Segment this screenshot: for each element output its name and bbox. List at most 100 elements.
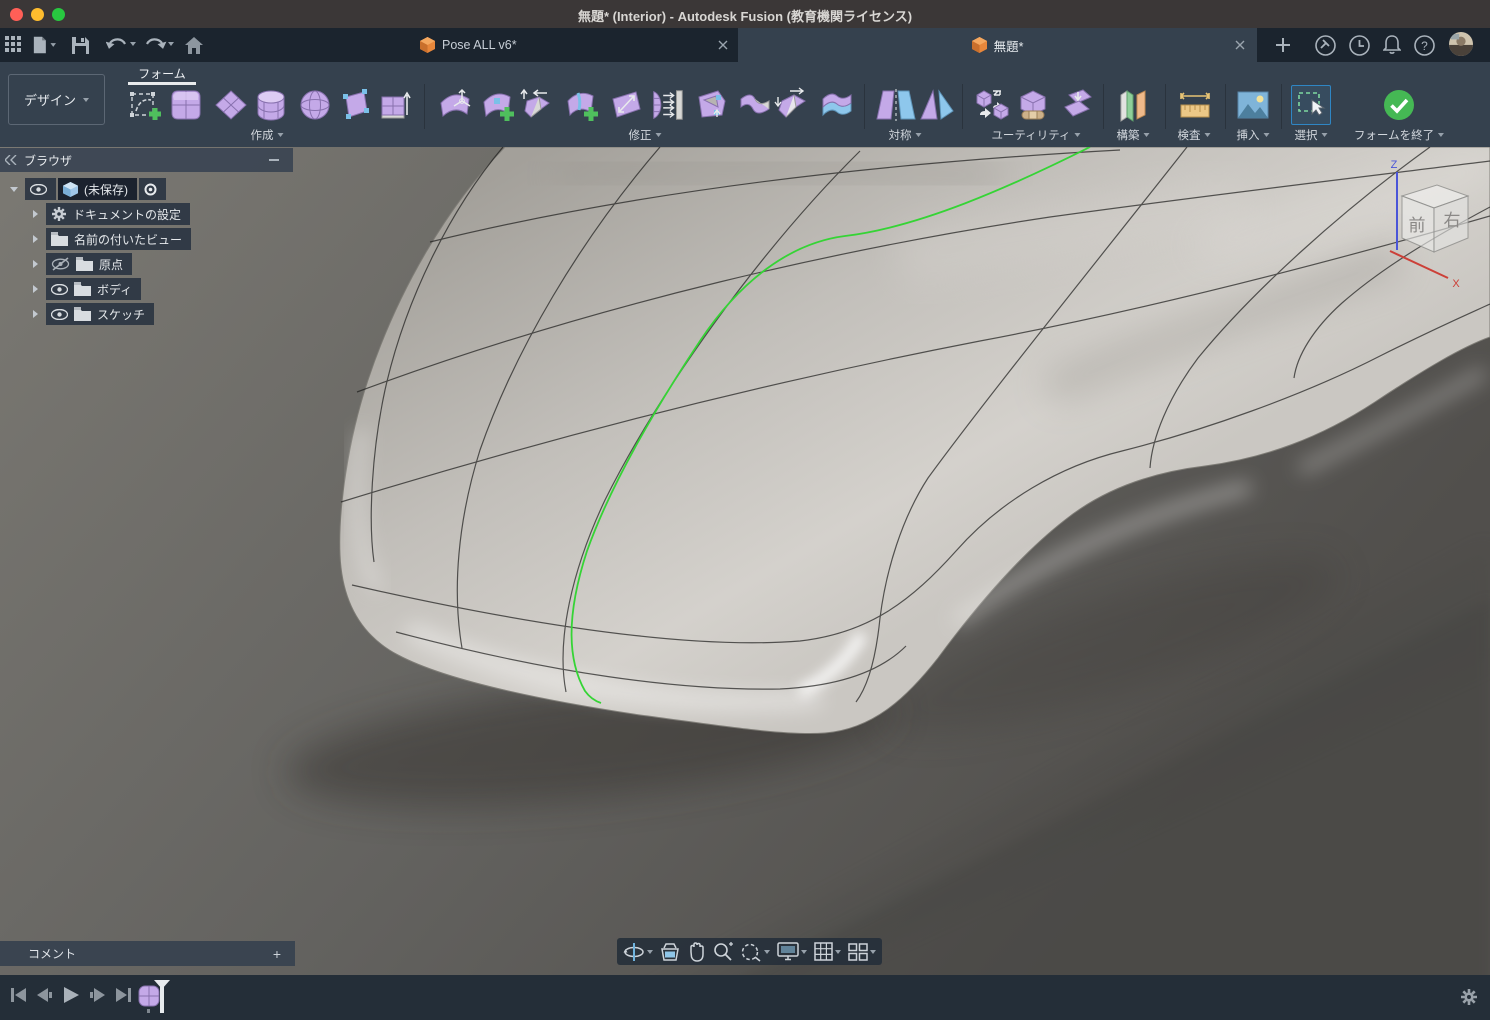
- circular-symmetry-button[interactable]: [918, 85, 956, 125]
- chevron-right-icon[interactable]: [33, 260, 38, 268]
- go-to-start-button[interactable]: [10, 987, 27, 1003]
- grid-snap-tool[interactable]: [814, 942, 841, 961]
- insert-group-dropdown[interactable]: 挿入: [1237, 127, 1270, 143]
- inspect-group-dropdown[interactable]: 検査: [1178, 127, 1211, 143]
- convert-button[interactable]: [973, 85, 1011, 125]
- utility-group-dropdown[interactable]: ユーティリティ: [991, 127, 1080, 143]
- insert-image-button[interactable]: [1234, 85, 1272, 125]
- viewports-tool[interactable]: [848, 943, 876, 961]
- slide-edge-button[interactable]: [518, 85, 556, 125]
- chevron-right-icon[interactable]: [33, 310, 38, 318]
- chevron-down-icon: [83, 98, 89, 102]
- workspace-label: デザイン: [24, 90, 76, 109]
- symmetry-group-dropdown[interactable]: 対称: [889, 127, 922, 143]
- fit-view-tool[interactable]: [740, 942, 770, 962]
- chevron-right-icon[interactable]: [33, 235, 38, 243]
- data-panel-toggle-button[interactable]: [2, 33, 26, 57]
- redo-button[interactable]: [142, 33, 176, 57]
- make-uniform-button[interactable]: [1058, 85, 1096, 125]
- create-quadball-button[interactable]: [336, 85, 374, 125]
- look-at-tool[interactable]: [660, 943, 680, 961]
- notifications-bell-icon[interactable]: [1380, 33, 1404, 57]
- tab-label: Pose ALL v6*: [442, 38, 517, 52]
- orbit-tool[interactable]: [623, 942, 653, 962]
- undo-button[interactable]: [104, 33, 138, 57]
- zoom-tool[interactable]: [712, 942, 733, 962]
- browser-header[interactable]: ブラウザ: [0, 148, 293, 172]
- viewports-icon: [849, 944, 867, 960]
- play-button[interactable]: [62, 986, 80, 1004]
- chevron-down-icon[interactable]: [10, 187, 18, 192]
- browser-item-sketches[interactable]: スケッチ: [0, 302, 293, 326]
- document-tab-untitled-active[interactable]: 無題*: [738, 28, 1257, 62]
- edit-form-button[interactable]: [437, 85, 475, 125]
- job-status-clock-icon[interactable]: [1347, 33, 1371, 57]
- browser-item-named-views[interactable]: 名前の付いたビュー: [0, 227, 293, 251]
- radio-dot-icon: [144, 183, 157, 196]
- measure-button[interactable]: [1176, 85, 1214, 125]
- tab-close-icon[interactable]: [718, 40, 728, 50]
- chevron-right-icon[interactable]: [33, 285, 38, 293]
- repair-body-button[interactable]: [1014, 85, 1052, 125]
- step-back-button[interactable]: [36, 987, 53, 1003]
- workspace-selector[interactable]: デザイン: [8, 74, 105, 125]
- create-form-sketch-button[interactable]: [126, 85, 164, 125]
- eye-icon[interactable]: [51, 309, 68, 320]
- browser-root-row[interactable]: (未保存): [0, 177, 293, 201]
- eye-icon[interactable]: [51, 284, 68, 295]
- visibility-toggle[interactable]: [25, 178, 56, 200]
- browser-item-label: 名前の付いたビュー: [74, 231, 182, 248]
- flatten-button[interactable]: [648, 85, 686, 125]
- create-group-dropdown[interactable]: 作成: [251, 127, 284, 143]
- create-box-button[interactable]: [167, 85, 205, 125]
- go-to-end-button[interactable]: [115, 987, 132, 1003]
- comments-bar[interactable]: コメント +: [0, 941, 295, 966]
- minimize-panel-icon[interactable]: [269, 159, 279, 161]
- display-settings-tool[interactable]: [777, 942, 807, 961]
- mirror-symmetry-button[interactable]: [874, 85, 918, 125]
- user-avatar[interactable]: [1449, 32, 1473, 56]
- root-document-item[interactable]: (未保存): [58, 178, 137, 200]
- collapse-panel-icon[interactable]: [5, 155, 17, 165]
- timeline-settings-gear-icon[interactable]: [1460, 988, 1478, 1006]
- weld-vertices-button[interactable]: [736, 85, 774, 125]
- active-component-radio[interactable]: [139, 178, 166, 200]
- help-icon[interactable]: ?: [1412, 33, 1436, 57]
- create-extrude-button[interactable]: [376, 85, 414, 125]
- browser-item-origin[interactable]: 原点: [0, 252, 293, 276]
- fill-hole-button[interactable]: [693, 85, 731, 125]
- save-button[interactable]: [68, 33, 92, 57]
- pan-tool[interactable]: [687, 942, 705, 962]
- select-tool-button[interactable]: [1291, 85, 1331, 125]
- construct-plane-button[interactable]: [1114, 85, 1152, 125]
- document-tab-pose-all[interactable]: Pose ALL v6*: [410, 28, 738, 62]
- context-environment-tab[interactable]: フォーム: [124, 65, 200, 82]
- file-menu-button[interactable]: [32, 33, 56, 57]
- smooth-button[interactable]: [818, 85, 856, 125]
- crease-button[interactable]: [773, 85, 811, 125]
- tab-close-icon[interactable]: [1235, 40, 1245, 50]
- modify-group-dropdown[interactable]: 修正: [629, 127, 662, 143]
- insert-point-button[interactable]: [479, 85, 517, 125]
- browser-item-label: 原点: [99, 256, 123, 273]
- add-comment-button[interactable]: +: [273, 946, 281, 962]
- extensions-icon[interactable]: [1313, 33, 1337, 57]
- browser-item-bodies[interactable]: ボディ: [0, 277, 293, 301]
- finish-form-button[interactable]: [1380, 85, 1418, 125]
- create-sphere-button[interactable]: [296, 85, 334, 125]
- construct-group-dropdown[interactable]: 構築: [1117, 127, 1150, 143]
- merge-edge-button[interactable]: [607, 85, 645, 125]
- select-group-dropdown[interactable]: 選択: [1295, 127, 1328, 143]
- create-cylinder-button[interactable]: [252, 85, 290, 125]
- browser-item-document-settings[interactable]: ドキュメントの設定: [0, 202, 293, 226]
- chevron-right-icon[interactable]: [33, 210, 38, 218]
- step-forward-button[interactable]: [89, 987, 106, 1003]
- macos-title-bar: 無題* (Interior) - Autodesk Fusion (教育機関ライ…: [0, 0, 1490, 28]
- new-tab-button[interactable]: [1271, 33, 1295, 57]
- finish-form-dropdown[interactable]: フォームを終了: [1354, 127, 1444, 143]
- timeline-marker[interactable]: [152, 980, 172, 1014]
- home-button[interactable]: [182, 33, 206, 57]
- insert-edge-button[interactable]: [563, 85, 601, 125]
- eye-off-icon[interactable]: [51, 257, 70, 271]
- create-plane-button[interactable]: [212, 85, 250, 125]
